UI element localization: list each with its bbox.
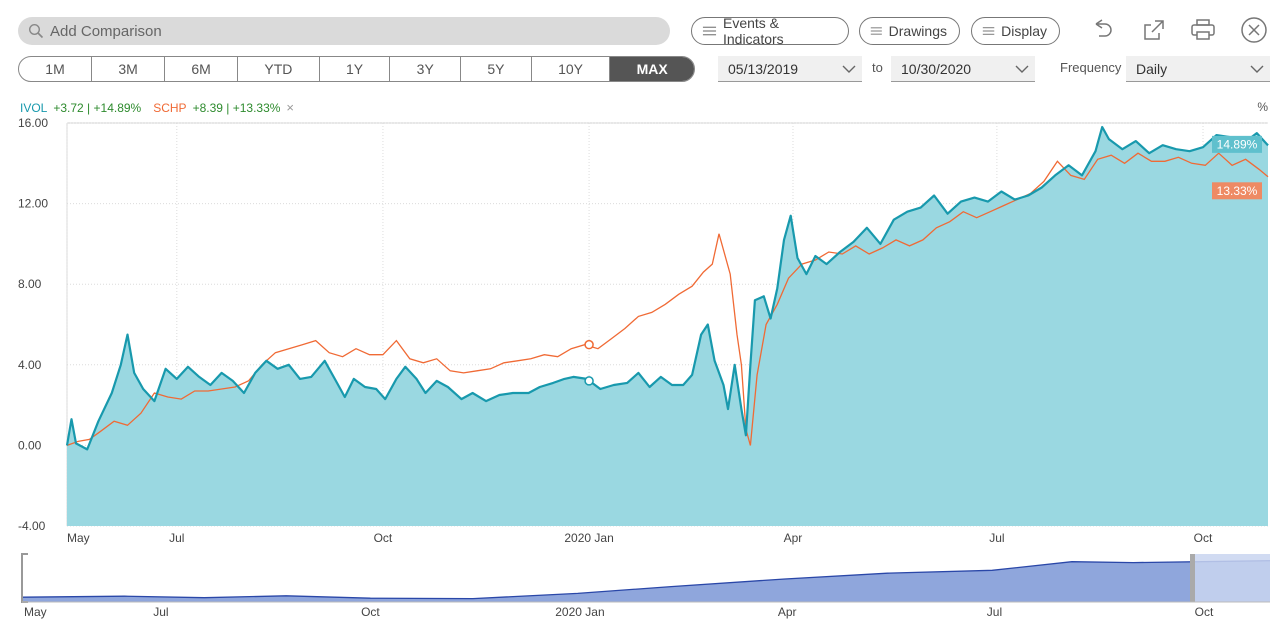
schp-end-label: 13.33% xyxy=(1217,184,1258,198)
range-3y-button[interactable]: 3Y xyxy=(390,57,462,81)
x-tick-label: 2020 Jan xyxy=(564,531,613,545)
unit-label: % xyxy=(1257,100,1268,114)
event-marker[interactable] xyxy=(584,339,594,350)
legend-schp-name[interactable]: SCHP xyxy=(153,101,186,115)
legend-schp-stats: +8.39 | +13.33% xyxy=(192,100,281,115)
x-tick-label: Oct xyxy=(1194,531,1213,545)
chevron-down-icon xyxy=(1250,65,1264,73)
events-indicators-label: Events & Indicators xyxy=(722,15,784,47)
start-date-value: 05/13/2019 xyxy=(728,60,799,77)
y-tick-label: 16.00 xyxy=(18,118,48,130)
range-10y-button[interactable]: 10Y xyxy=(532,57,611,81)
ivol-end-label: 14.89% xyxy=(1217,137,1258,151)
frequency-select[interactable]: Daily xyxy=(1126,56,1270,82)
undo-icon[interactable] xyxy=(1087,15,1117,45)
display-button[interactable]: Display xyxy=(971,17,1060,45)
range-ytd-button[interactable]: YTD xyxy=(238,57,320,81)
list-icon xyxy=(702,26,717,36)
list-icon xyxy=(982,27,995,35)
display-label: Display xyxy=(1001,23,1047,39)
end-date-select[interactable]: 10/30/2020 xyxy=(891,56,1035,82)
close-icon[interactable] xyxy=(1239,15,1269,45)
legend-ivol-stats: +3.72 | +14.89% xyxy=(53,100,142,115)
navigator-x-tick-label: Apr xyxy=(778,605,797,619)
list-icon xyxy=(870,27,882,35)
range-5y-button[interactable]: 5Y xyxy=(461,57,532,81)
navigator-x-tick-label: Jul xyxy=(987,605,1002,619)
drawings-label: Drawings xyxy=(888,23,947,39)
range-max-button[interactable]: MAX xyxy=(610,57,694,81)
legend-ivol-name[interactable]: IVOL xyxy=(20,101,47,115)
range-3m-button[interactable]: 3M xyxy=(92,57,166,81)
events-indicators-button[interactable]: Events & Indicators xyxy=(691,15,849,47)
drawings-button[interactable]: Drawings xyxy=(859,17,960,45)
x-tick-label: Jul xyxy=(989,531,1004,545)
x-tick-label: May xyxy=(67,531,90,545)
print-icon[interactable] xyxy=(1188,15,1218,45)
navigator-x-tick-label: Oct xyxy=(361,605,380,619)
ivol-area xyxy=(67,127,1268,526)
y-tick-label: 8.00 xyxy=(18,277,42,291)
navigator-unselected-region xyxy=(1195,554,1270,602)
end-date-value: 10/30/2020 xyxy=(901,60,972,77)
y-tick-label: 4.00 xyxy=(18,358,42,372)
range-6m-button[interactable]: 6M xyxy=(165,57,239,81)
range-1m-button[interactable]: 1M xyxy=(19,57,93,81)
navigator-right-handle[interactable] xyxy=(1190,554,1195,602)
date-to-label: to xyxy=(872,60,883,75)
popout-icon[interactable] xyxy=(1139,15,1169,45)
search-icon xyxy=(28,23,44,39)
range-1y-button[interactable]: 1Y xyxy=(320,57,391,81)
x-tick-label: Oct xyxy=(374,531,393,545)
chevron-down-icon xyxy=(1015,65,1029,73)
navigator-x-tick-label: 2020 Jan xyxy=(555,605,604,619)
remove-comparison-icon[interactable]: × xyxy=(286,100,294,115)
chart-legend: IVOL +3.72 | +14.89% SCHP +8.39 | +13.33… xyxy=(20,100,294,115)
start-date-select[interactable]: 05/13/2019 xyxy=(718,56,862,82)
x-tick-label: Apr xyxy=(784,531,803,545)
y-tick-label: 12.00 xyxy=(18,197,48,211)
y-tick-label: 0.00 xyxy=(18,438,42,452)
add-comparison-input[interactable] xyxy=(48,21,612,41)
frequency-label: Frequency xyxy=(1060,60,1122,75)
range-selector: 1M 3M 6M YTD 1Y 3Y 5Y 10Y MAX xyxy=(18,56,695,82)
x-tick-label: Jul xyxy=(169,531,184,545)
y-tick-label: -4.00 xyxy=(18,519,46,533)
navigator-x-tick-label: May xyxy=(24,605,47,619)
navigator-x-tick-label: Oct xyxy=(1195,605,1214,619)
navigator-x-tick-label: Jul xyxy=(153,605,168,619)
price-chart[interactable]: 16.00 12.00 8.00 4.00 0.00 -4.00 May Jul Oct 2020… xyxy=(0,118,1280,550)
range-navigator[interactable]: May Jul Oct 2020 Jan Apr Jul Oct xyxy=(0,550,1280,628)
event-marker[interactable] xyxy=(584,376,594,386)
frequency-value: Daily xyxy=(1136,60,1168,77)
add-comparison-search[interactable] xyxy=(18,17,670,45)
chevron-down-icon xyxy=(842,65,856,73)
